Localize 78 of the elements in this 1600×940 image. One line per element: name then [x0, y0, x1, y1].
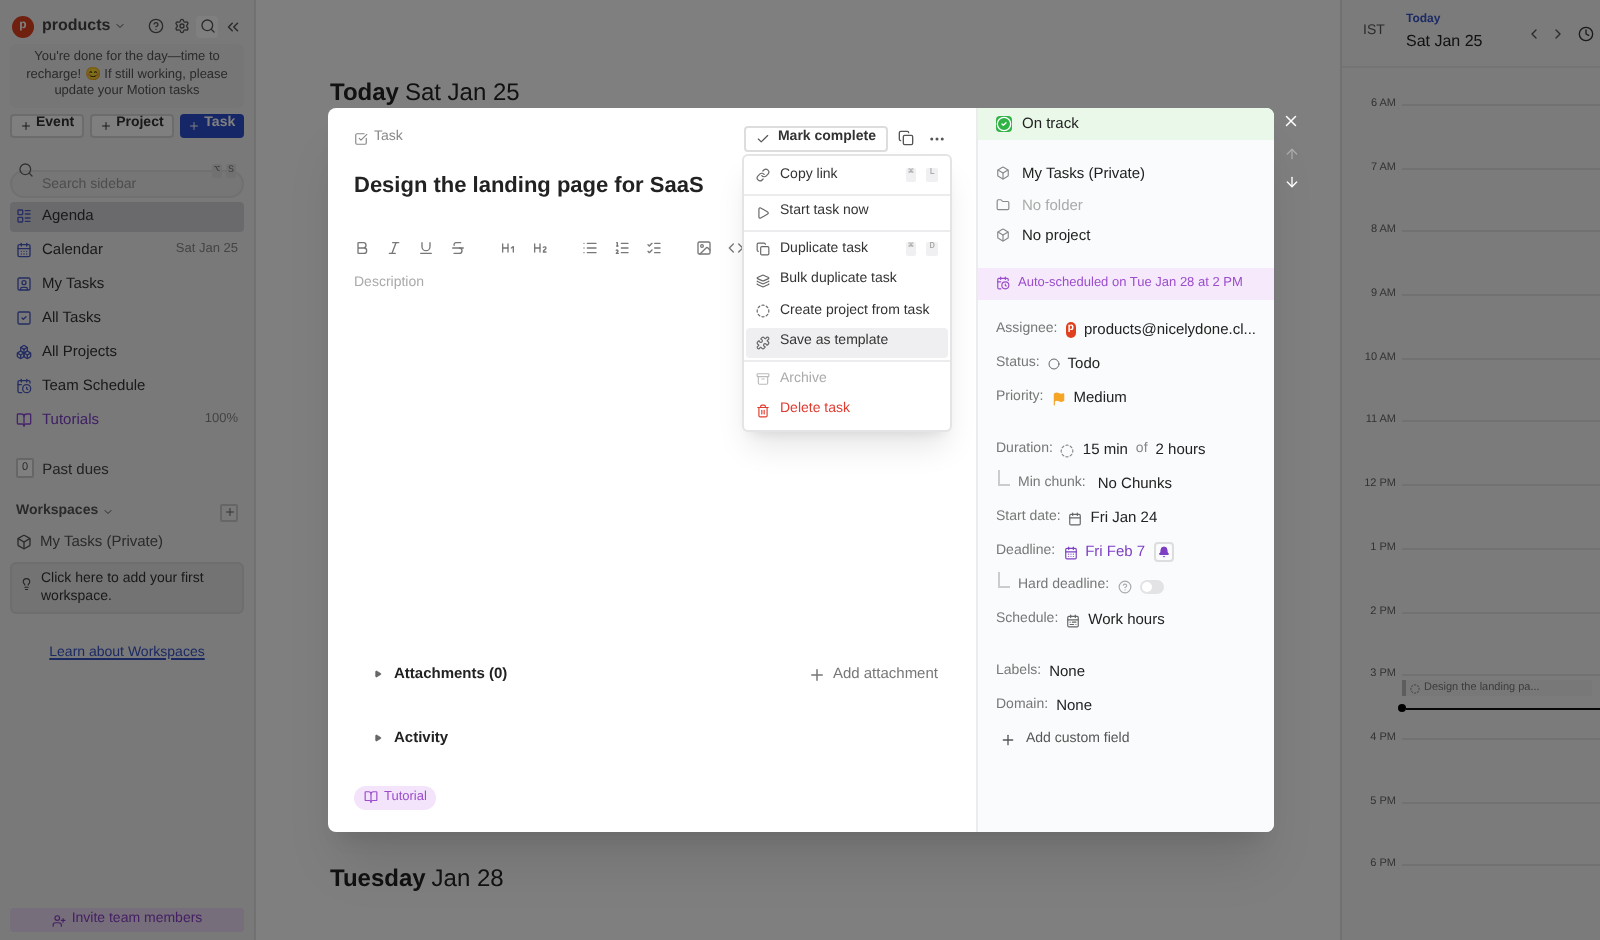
folder-icon	[996, 197, 1010, 212]
day-heading: Tuesday	[330, 862, 426, 896]
search-icon	[199, 18, 215, 34]
underline-icon[interactable]	[418, 239, 434, 255]
next-task-icon[interactable]	[1283, 174, 1299, 190]
calendar-clock-icon	[996, 276, 1010, 290]
date-heading: Sat Jan 25	[404, 76, 520, 110]
checklist-icon[interactable]	[646, 239, 662, 255]
heading-one-icon[interactable]	[500, 239, 516, 255]
book-icon	[364, 790, 378, 804]
box-icon	[996, 166, 1010, 181]
dashed-circle-icon	[756, 304, 770, 319]
play-icon	[756, 205, 770, 220]
hard-deadline-toggle[interactable]	[1139, 579, 1164, 593]
help-icon	[1117, 579, 1132, 593]
code-icon[interactable]	[728, 239, 744, 255]
puzzle-icon	[756, 335, 770, 350]
book-icon	[16, 412, 32, 428]
expand-caret-icon[interactable]	[374, 670, 382, 678]
user-card-icon	[16, 276, 32, 292]
next-icon[interactable]	[1550, 25, 1566, 41]
strikethrough-icon[interactable]	[450, 239, 466, 255]
trash-icon	[756, 403, 770, 418]
calendar-icon	[1063, 545, 1078, 559]
indent-line	[998, 572, 1010, 588]
heading-two-icon[interactable]	[532, 239, 548, 255]
clock-icon[interactable]	[1578, 25, 1594, 41]
plus-icon	[20, 119, 32, 131]
expand-caret-icon[interactable]	[374, 734, 382, 742]
boxes-icon	[16, 344, 32, 360]
settings-icon[interactable]	[174, 18, 190, 34]
reminder-button[interactable]	[1153, 542, 1174, 562]
task-title: Design the landing page for SaaS	[354, 172, 704, 202]
calendar-icon	[16, 242, 32, 258]
numbered-list-icon[interactable]	[614, 239, 630, 255]
status-circle-icon	[1047, 358, 1060, 370]
task-icon	[354, 131, 368, 145]
lightbulb-icon	[20, 575, 33, 591]
date-heading: Jan 28	[431, 862, 504, 896]
plus-icon	[223, 506, 235, 518]
previous-icon[interactable]	[1526, 25, 1542, 41]
schedule-icon	[1066, 613, 1081, 627]
plus-icon	[808, 665, 827, 683]
link-icon	[756, 168, 770, 183]
caret-icon	[114, 20, 127, 32]
copy-icon	[756, 242, 770, 257]
image-icon[interactable]	[696, 239, 712, 255]
help-icon[interactable]	[148, 18, 164, 34]
collapse-icon[interactable]	[224, 17, 242, 35]
search-icon	[18, 161, 34, 177]
italic-icon[interactable]	[386, 239, 402, 255]
plus-icon	[188, 119, 201, 131]
duration-icon	[1060, 443, 1075, 457]
check-icon	[755, 131, 770, 145]
bell-icon	[1157, 546, 1170, 558]
plus-icon	[100, 119, 113, 131]
date-label: Sat Jan 25	[1406, 30, 1483, 54]
caret-icon	[102, 506, 115, 518]
user-plus-icon	[51, 913, 66, 927]
day-heading: Today	[330, 76, 399, 110]
box-icon	[996, 228, 1010, 243]
search-button[interactable]	[196, 15, 218, 37]
status-icon	[996, 116, 1012, 132]
calendar-clock-icon	[16, 378, 32, 394]
workspace-switcher[interactable]: products	[42, 14, 127, 38]
bold-icon[interactable]	[354, 239, 370, 255]
indent-line	[998, 470, 1010, 486]
close-icon[interactable]	[1282, 112, 1300, 130]
calendar-icon	[1068, 511, 1083, 525]
plus-icon	[1000, 732, 1016, 748]
copy-icon[interactable]	[898, 130, 914, 146]
box-icon	[16, 533, 32, 550]
archive-icon	[756, 372, 770, 387]
list-icon	[16, 208, 32, 224]
layers-icon	[756, 273, 770, 288]
checkbox-icon	[16, 310, 32, 326]
flag-icon	[1051, 391, 1066, 405]
bullet-list-icon[interactable]	[582, 239, 598, 255]
